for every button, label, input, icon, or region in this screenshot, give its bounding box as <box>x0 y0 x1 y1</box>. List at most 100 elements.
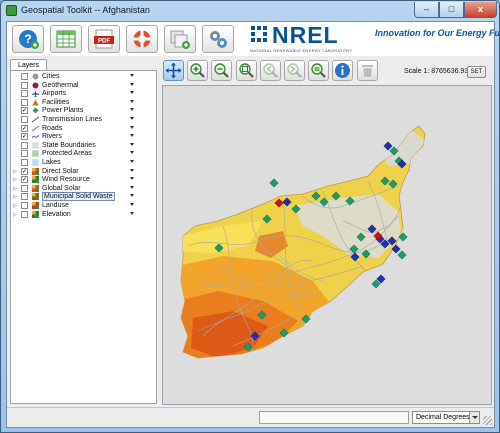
svg-text:?: ? <box>24 32 31 46</box>
close-button[interactable]: x <box>464 2 497 18</box>
layer-row[interactable]: ▷ Landuse <box>11 202 156 210</box>
layer-row[interactable]: ▷ Elevation <box>11 210 156 219</box>
header-bar: ? PDF NREL NATIONAL RENEWABLE ENERGY LAB… <box>7 22 500 56</box>
tagline: Innovation for Our Energy Future <box>375 28 500 38</box>
layer-menu-arrow-icon[interactable] <box>130 185 134 189</box>
zoom-out-icon <box>214 63 230 78</box>
layer-checkbox[interactable] <box>21 98 28 106</box>
zoom-previous-tool <box>259 60 281 81</box>
lake-icon <box>32 159 39 166</box>
layer-row[interactable]: Transmission Lines <box>11 116 156 124</box>
expand-icon[interactable]: ▷ <box>13 202 18 210</box>
layer-menu-arrow-icon[interactable] <box>130 82 134 86</box>
coordinate-readout <box>259 411 409 424</box>
layer-label: Protected Areas <box>42 150 92 158</box>
layer-menu-arrow-icon[interactable] <box>130 108 134 112</box>
expand-icon[interactable]: ▷ <box>13 193 18 201</box>
minimize-button[interactable]: – <box>414 2 439 18</box>
layer-menu-arrow-icon[interactable] <box>130 177 134 181</box>
layer-checkbox[interactable] <box>21 141 28 149</box>
layer-menu-arrow-icon[interactable] <box>130 194 134 198</box>
pdf-icon: PDF <box>94 29 114 49</box>
table-button[interactable] <box>50 25 82 53</box>
layer-row[interactable]: ▷ Municipal Solid Waste <box>11 192 156 202</box>
layer-menu-arrow-icon[interactable] <box>130 91 134 95</box>
clear-tool <box>356 60 378 81</box>
layer-checkbox[interactable]: ✓ <box>21 176 28 184</box>
layer-row[interactable]: ✓ Power Plants <box>11 107 156 115</box>
pdf-button[interactable]: PDF <box>88 25 120 53</box>
layer-menu-arrow-icon[interactable] <box>130 160 134 163</box>
layer-menu-arrow-icon[interactable] <box>130 99 134 103</box>
nrel-subtitle: NATIONAL RENEWABLE ENERGY LABORATORY <box>250 48 353 53</box>
layer-menu-arrow-icon[interactable] <box>130 142 134 146</box>
zoom-out-tool[interactable] <box>211 60 233 81</box>
lifebuoy-icon <box>133 30 151 48</box>
nrel-logo: NREL NATIONAL RENEWABLE ENERGY LABORATOR… <box>250 22 370 53</box>
layer-checkbox[interactable] <box>21 184 28 192</box>
layer-row[interactable]: State Boundaries <box>11 141 156 150</box>
layer-checkbox[interactable]: ✓ <box>21 133 28 141</box>
layer-checkbox[interactable] <box>21 210 28 218</box>
layer-row[interactable]: ▷ ✓ Direct Solar <box>11 167 156 176</box>
help-icon: ? <box>19 30 39 49</box>
expand-icon[interactable]: ▷ <box>13 185 18 193</box>
layer-row[interactable]: ✓ Rivers <box>11 133 156 141</box>
trash-icon <box>361 65 373 77</box>
units-select[interactable]: Decimal Degrees <box>412 411 480 424</box>
layer-checkbox[interactable] <box>21 116 28 123</box>
expand-icon[interactable]: ▷ <box>13 211 18 219</box>
tools-button[interactable] <box>202 25 234 53</box>
layer-row[interactable]: ▷ ✓ Wind Resource <box>11 176 156 184</box>
layer-row[interactable]: Facilities <box>11 98 156 107</box>
layer-row[interactable]: Protected Areas <box>11 150 156 158</box>
layer-checkbox[interactable] <box>21 73 28 80</box>
airport-icon <box>32 90 39 98</box>
layer-checkbox[interactable] <box>21 193 28 201</box>
layer-menu-arrow-icon[interactable] <box>130 151 134 155</box>
layer-menu-arrow-icon[interactable] <box>130 211 134 215</box>
resize-grip[interactable] <box>483 416 492 425</box>
layer-menu-arrow-icon[interactable] <box>130 134 134 138</box>
support-button[interactable] <box>126 25 158 53</box>
layer-checkbox[interactable]: ✓ <box>21 107 28 115</box>
maximize-button[interactable]: □ <box>439 2 464 18</box>
layer-menu-arrow-icon[interactable] <box>130 125 134 129</box>
layer-menu-arrow-icon[interactable] <box>130 74 134 77</box>
layer-checkbox[interactable] <box>21 159 28 166</box>
line-icon <box>31 116 40 123</box>
layer-checkbox[interactable] <box>21 150 28 158</box>
chevron-down-icon[interactable] <box>469 412 479 423</box>
power-plant-icon <box>32 107 39 114</box>
layer-menu-arrow-icon[interactable] <box>130 117 134 120</box>
layer-row[interactable]: ✓ Roads <box>11 124 156 133</box>
layer-menu-arrow-icon[interactable] <box>130 203 134 206</box>
layers-panel: Cities Geothermal Airports Facilities ✓ Power… <box>10 70 157 404</box>
expand-icon[interactable]: ▷ <box>13 168 18 176</box>
add-layer-button[interactable] <box>164 25 196 53</box>
title-bar[interactable]: Geospatial Toolkit -- Afghanistan – □ x <box>1 1 499 21</box>
layer-checkbox[interactable] <box>21 81 28 89</box>
layer-menu-arrow-icon[interactable] <box>130 168 134 172</box>
layer-row[interactable]: Airports <box>11 90 156 98</box>
pan-tool[interactable] <box>163 60 184 81</box>
layer-checkbox[interactable]: ✓ <box>21 124 28 132</box>
app-icon <box>6 5 17 16</box>
gears-icon <box>210 31 227 48</box>
layer-checkbox[interactable]: ✓ <box>21 167 28 175</box>
zoom-extent-tool[interactable] <box>235 60 257 81</box>
map-canvas[interactable] <box>163 86 492 405</box>
layer-row[interactable]: Geothermal <box>11 81 156 90</box>
layer-label: Direct Solar <box>42 167 79 175</box>
layer-checkbox[interactable] <box>21 90 28 98</box>
zoom-in-tool[interactable] <box>187 60 209 81</box>
expand-icon[interactable]: ▷ <box>13 176 18 184</box>
map-view[interactable] <box>162 85 492 405</box>
layer-checkbox[interactable] <box>21 202 28 209</box>
layer-row[interactable]: Cities <box>11 73 156 81</box>
layer-row[interactable]: Lakes <box>11 159 156 167</box>
zoom-layer-tool[interactable] <box>308 60 330 81</box>
help-button[interactable]: ? <box>12 25 44 53</box>
identify-tool[interactable] <box>332 60 354 81</box>
set-scale-button[interactable]: SET <box>467 66 486 78</box>
